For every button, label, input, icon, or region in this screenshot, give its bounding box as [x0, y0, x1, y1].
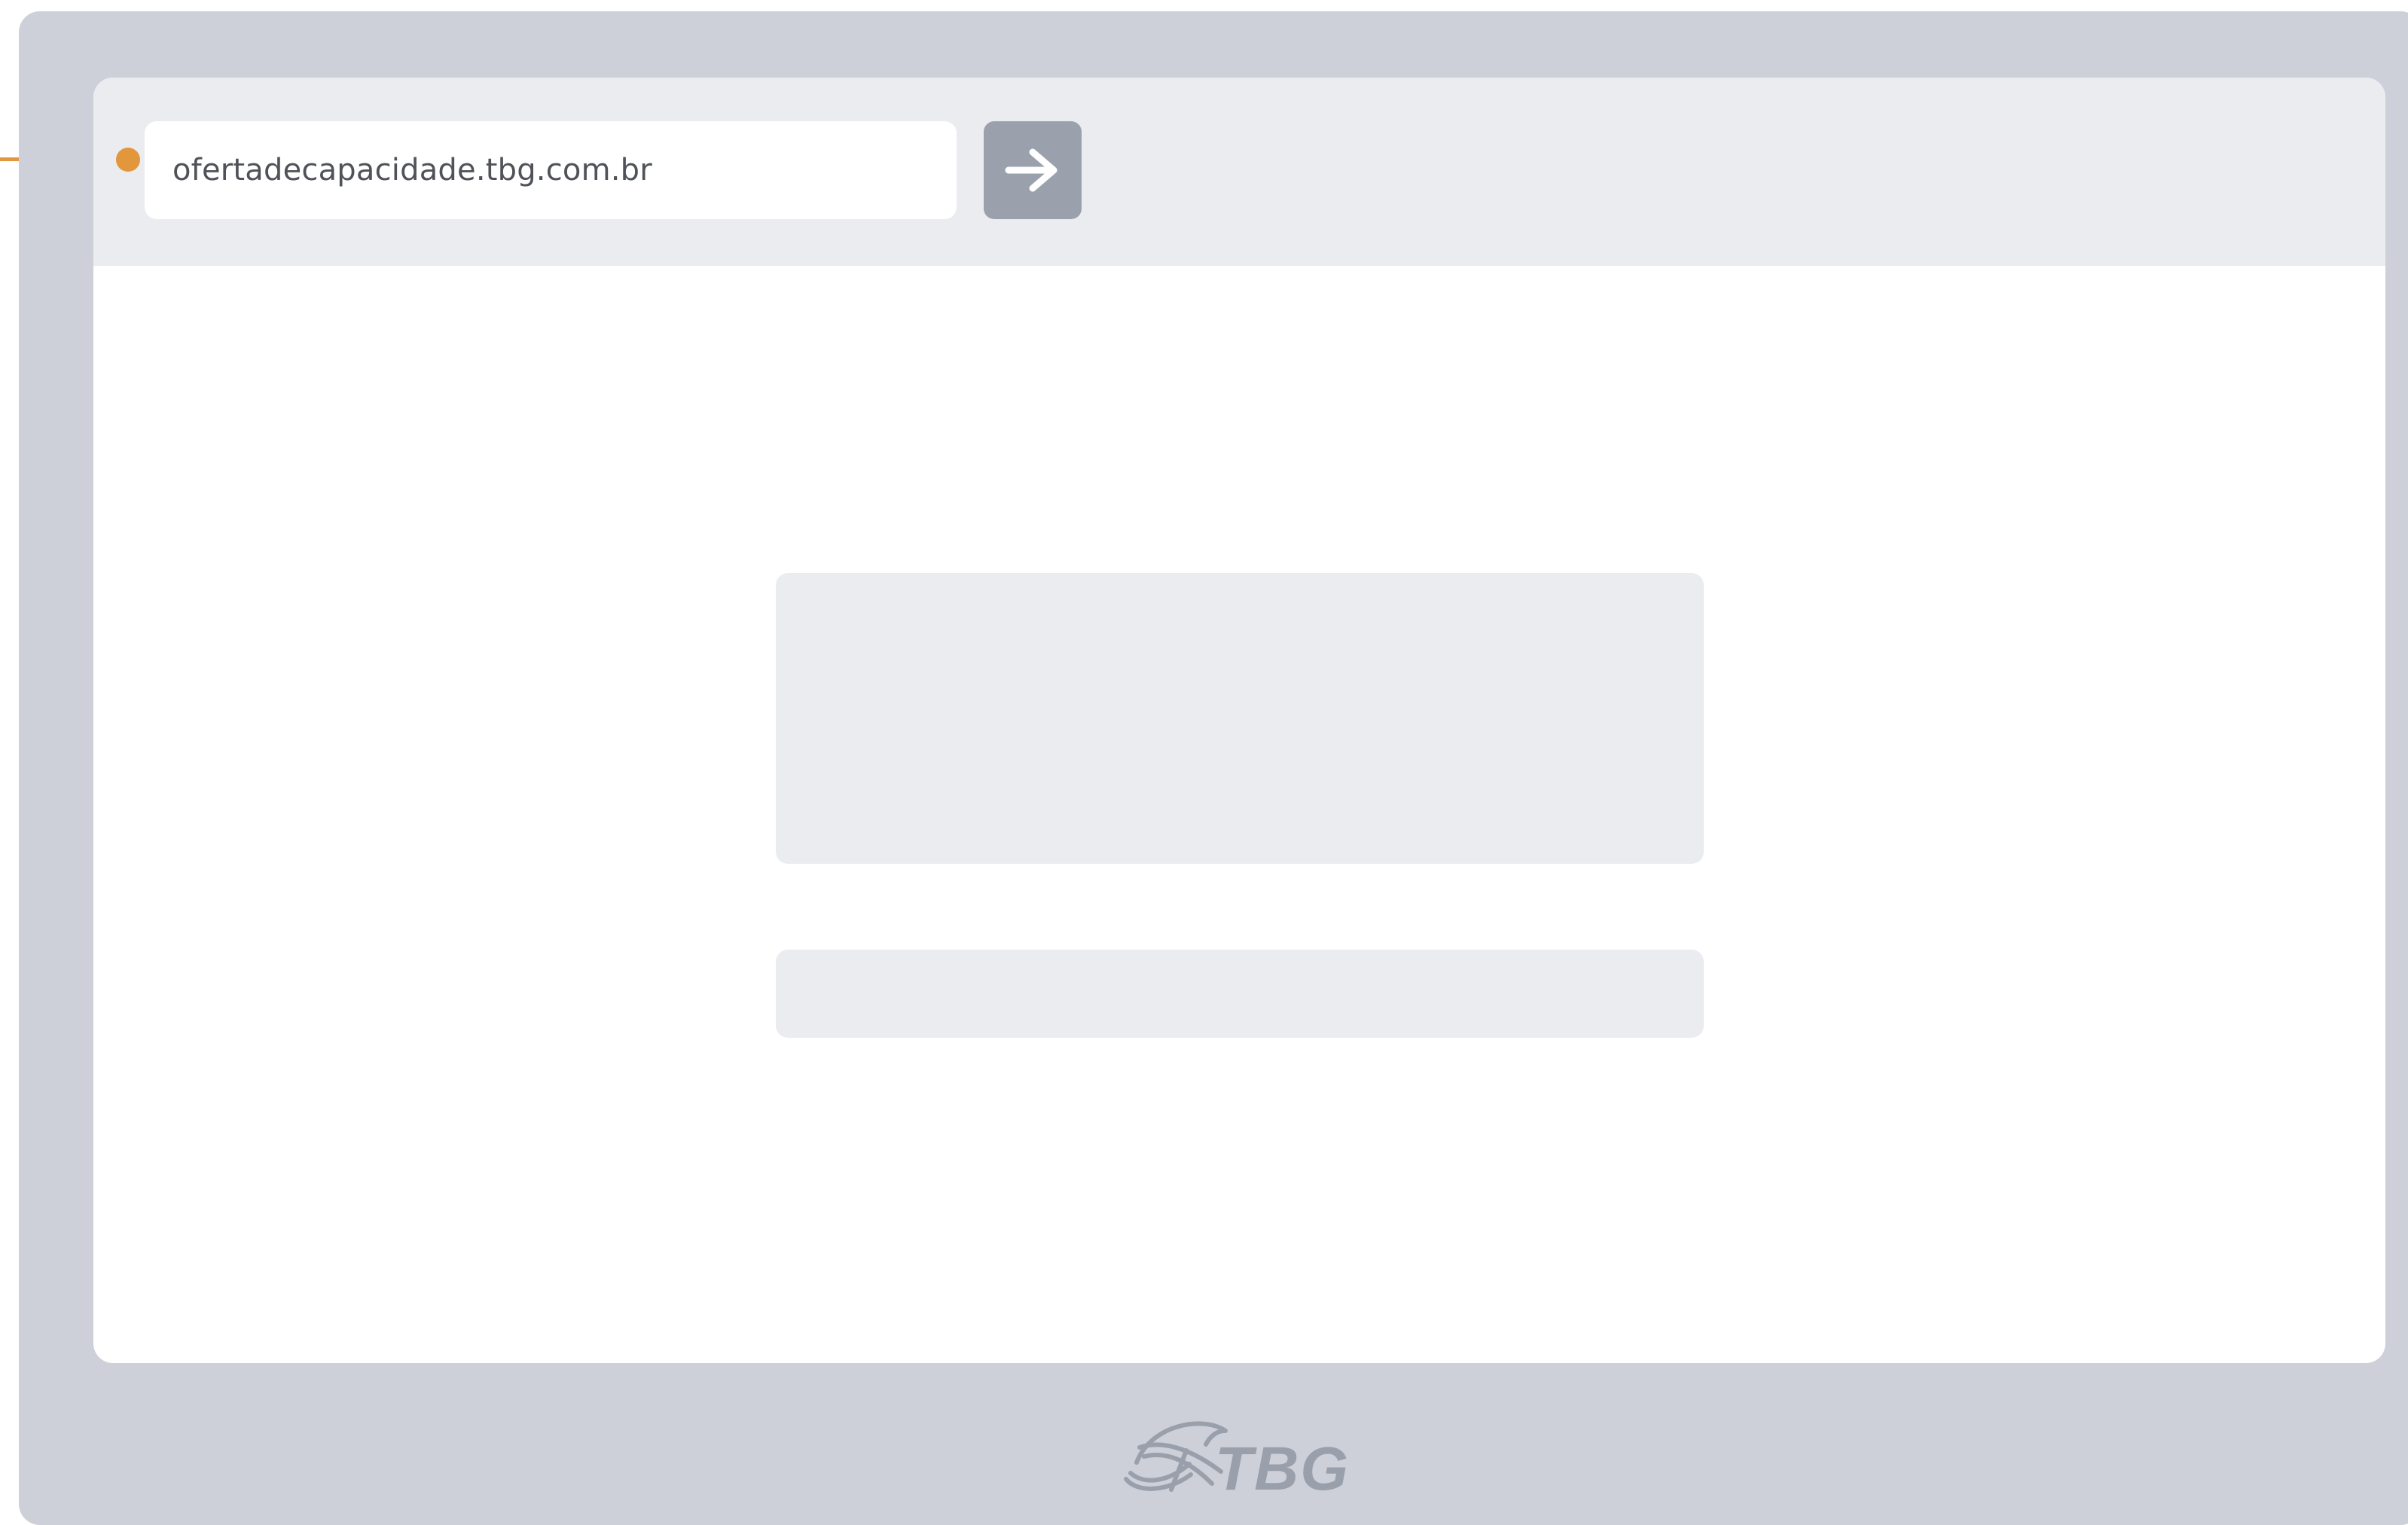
monitor-frame: ofertadecapacidade.tbg.com.br TBG	[19, 11, 2408, 1525]
browser-window: ofertadecapacidade.tbg.com.br	[93, 78, 2385, 1363]
tbg-logo: TBG	[1122, 1401, 1363, 1503]
content-placeholder-block	[776, 573, 1704, 864]
go-button[interactable]	[984, 121, 1082, 219]
browser-toolbar: ofertadecapacidade.tbg.com.br	[93, 78, 2385, 266]
address-bar-text: ofertadecapacidade.tbg.com.br	[172, 153, 652, 188]
tbg-logo-icon: TBG	[1124, 1421, 1350, 1503]
arrow-right-icon	[1005, 148, 1058, 192]
tbg-logo-text: TBG	[1215, 1435, 1350, 1499]
address-bar-input[interactable]: ofertadecapacidade.tbg.com.br	[145, 121, 957, 219]
content-placeholder-line	[776, 950, 1704, 1038]
callout-marker	[116, 148, 140, 172]
